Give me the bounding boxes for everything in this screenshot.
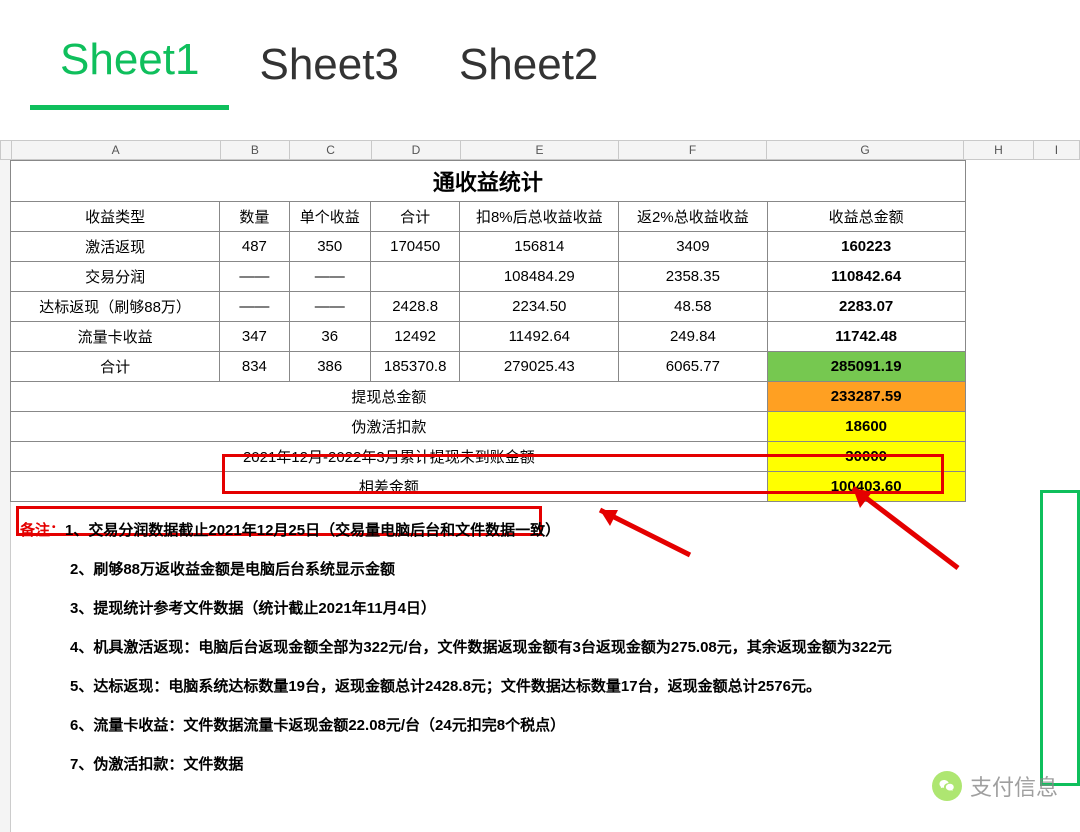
cell[interactable]: 48.58 [619, 292, 768, 322]
cell[interactable]: 2021年12月-2022年3月累计提现未到账金额 [11, 442, 768, 472]
cell-fake-deduct[interactable]: 18600 [767, 412, 965, 442]
col-A[interactable]: A [11, 141, 220, 160]
hdr-unit: 单个收益 [289, 202, 370, 232]
cell[interactable]: 350 [289, 232, 370, 262]
cell[interactable]: 2234.50 [460, 292, 619, 322]
row-total: 合计 834 386 185370.8 279025.43 6065.77 28… [11, 352, 1080, 382]
cell[interactable]: 487 [220, 232, 289, 262]
watermark: 支付信息 [932, 770, 1058, 802]
hdr-sum: 合计 [370, 202, 460, 232]
cell[interactable]: 12492 [370, 322, 460, 352]
col-E[interactable]: E [461, 141, 619, 160]
col-B[interactable]: B [220, 141, 290, 160]
cell[interactable]: 108484.29 [460, 262, 619, 292]
hdr-total: 收益总金额 [767, 202, 965, 232]
cell[interactable]: 249.84 [619, 322, 768, 352]
cell[interactable]: 110842.64 [767, 262, 965, 292]
row-withdraw: 提现总金额 233287.59 [11, 382, 1080, 412]
col-I[interactable]: I [1033, 141, 1079, 160]
cell[interactable]: 提现总金额 [11, 382, 768, 412]
cell[interactable]: 11492.64 [460, 322, 619, 352]
cell[interactable]: 激活返现 [11, 232, 220, 262]
note-4: 4、机具激活返现：电脑后台返现金额全部为322元/台，文件数据返现金额有3台返现… [70, 636, 1060, 657]
note-prefix: 备注： [20, 522, 65, 539]
header-row: 收益类型 数量 单个收益 合计 扣8%后总收益收益 返2%总收益收益 收益总金额 [11, 202, 1080, 232]
col-D[interactable]: D [371, 141, 460, 160]
cell[interactable]: 达标返现（刷够88万） [11, 292, 220, 322]
note-5: 5、达标返现：电脑系统达标数量19台，返现金额总计2428.8元；文件数据达标数… [70, 675, 1060, 696]
col-G[interactable]: G [767, 141, 964, 160]
cell[interactable] [370, 262, 460, 292]
cell[interactable]: —— [220, 292, 289, 322]
page-root: { "tabs": { "t1": "Sheet1", "t2": "Sheet… [0, 0, 1080, 832]
note-7: 7、伪激活扣款：文件数据 [70, 753, 1060, 774]
cell[interactable]: 160223 [767, 232, 965, 262]
col-H[interactable]: H [964, 141, 1034, 160]
cell[interactable]: —— [289, 262, 370, 292]
cell[interactable]: 347 [220, 322, 289, 352]
tab-sheet1[interactable]: Sheet1 [30, 25, 229, 110]
cell[interactable]: 170450 [370, 232, 460, 262]
sheet-tabs: Sheet1 Sheet3 Sheet2 [0, 0, 1080, 110]
row-pending: 2021年12月-2022年3月累计提现未到账金额 30000 [11, 442, 1080, 472]
note-3: 3、提现统计参考文件数据（统计截止2021年11月4日） [70, 597, 1060, 618]
cell-diff[interactable]: 100403.60 [767, 472, 965, 502]
row-traffic: 流量卡收益 347 36 12492 11492.64 249.84 11742… [11, 322, 1080, 352]
table-title: 通收益统计 [11, 161, 966, 202]
cell-total-sum[interactable]: 285091.19 [767, 352, 965, 382]
cell[interactable]: 交易分润 [11, 262, 220, 292]
data-table: 通收益统计 收益类型 数量 单个收益 合计 扣8%后总收益收益 返2%总收益收益… [10, 160, 1080, 502]
column-headers: A B C D E F G H I [0, 140, 1080, 160]
cell[interactable]: 11742.48 [767, 322, 965, 352]
hdr-type: 收益类型 [11, 202, 220, 232]
cell[interactable]: 386 [289, 352, 370, 382]
row-activate: 激活返现 487 350 170450 156814 3409 160223 [11, 232, 1080, 262]
notes-block: 备注：1、交易分润数据截止2021年12月25日（交易量电脑后台和文件数据一致）… [20, 510, 1060, 792]
cell[interactable]: 6065.77 [619, 352, 768, 382]
tab-sheet2[interactable]: Sheet2 [429, 30, 628, 110]
cell[interactable]: 2428.8 [370, 292, 460, 322]
note-2: 2、刷够88万返收益金额是电脑后台系统显示金额 [70, 558, 1060, 579]
cell[interactable]: 流量卡收益 [11, 322, 220, 352]
tab-sheet3[interactable]: Sheet3 [229, 30, 428, 110]
cell[interactable]: 36 [289, 322, 370, 352]
cell[interactable]: 合计 [11, 352, 220, 382]
note-6: 6、流量卡收益：文件数据流量卡返现金额22.08元/台（24元扣完8个税点） [70, 714, 1060, 735]
cell[interactable]: 2358.35 [619, 262, 768, 292]
cell[interactable]: 2283.07 [767, 292, 965, 322]
cell[interactable]: —— [289, 292, 370, 322]
cell[interactable]: 279025.43 [460, 352, 619, 382]
cell[interactable]: 156814 [460, 232, 619, 262]
note-1: 备注：1、交易分润数据截止2021年12月25日（交易量电脑后台和文件数据一致） [20, 519, 1060, 540]
cell[interactable]: 185370.8 [370, 352, 460, 382]
cell[interactable]: 相差金额 [11, 472, 768, 502]
col-F[interactable]: F [618, 141, 766, 160]
cell[interactable]: 伪激活扣款 [11, 412, 768, 442]
note-1-text: 1、交易分润数据截止2021年12月25日（交易量电脑后台和文件数据一致） [65, 522, 560, 539]
cell[interactable]: 3409 [619, 232, 768, 262]
hdr-after8: 扣8%后总收益收益 [460, 202, 619, 232]
cell-pending[interactable]: 30000 [767, 442, 965, 472]
row-diff: 相差金额 100403.60 [11, 472, 1080, 502]
wechat-icon [932, 771, 962, 801]
cell[interactable]: 834 [220, 352, 289, 382]
hdr-ret2: 返2%总收益收益 [619, 202, 768, 232]
watermark-text: 支付信息 [970, 770, 1058, 802]
cell[interactable]: —— [220, 262, 289, 292]
row-fake-activate: 伪激活扣款 18600 [11, 412, 1080, 442]
row-trade: 交易分润 —— —— 108484.29 2358.35 110842.64 [11, 262, 1080, 292]
cell-withdraw-total[interactable]: 233287.59 [767, 382, 965, 412]
hdr-qty: 数量 [220, 202, 289, 232]
title-row: 通收益统计 [11, 161, 1080, 202]
row-target: 达标返现（刷够88万） —— —— 2428.8 2234.50 48.58 2… [11, 292, 1080, 322]
col-C[interactable]: C [290, 141, 371, 160]
